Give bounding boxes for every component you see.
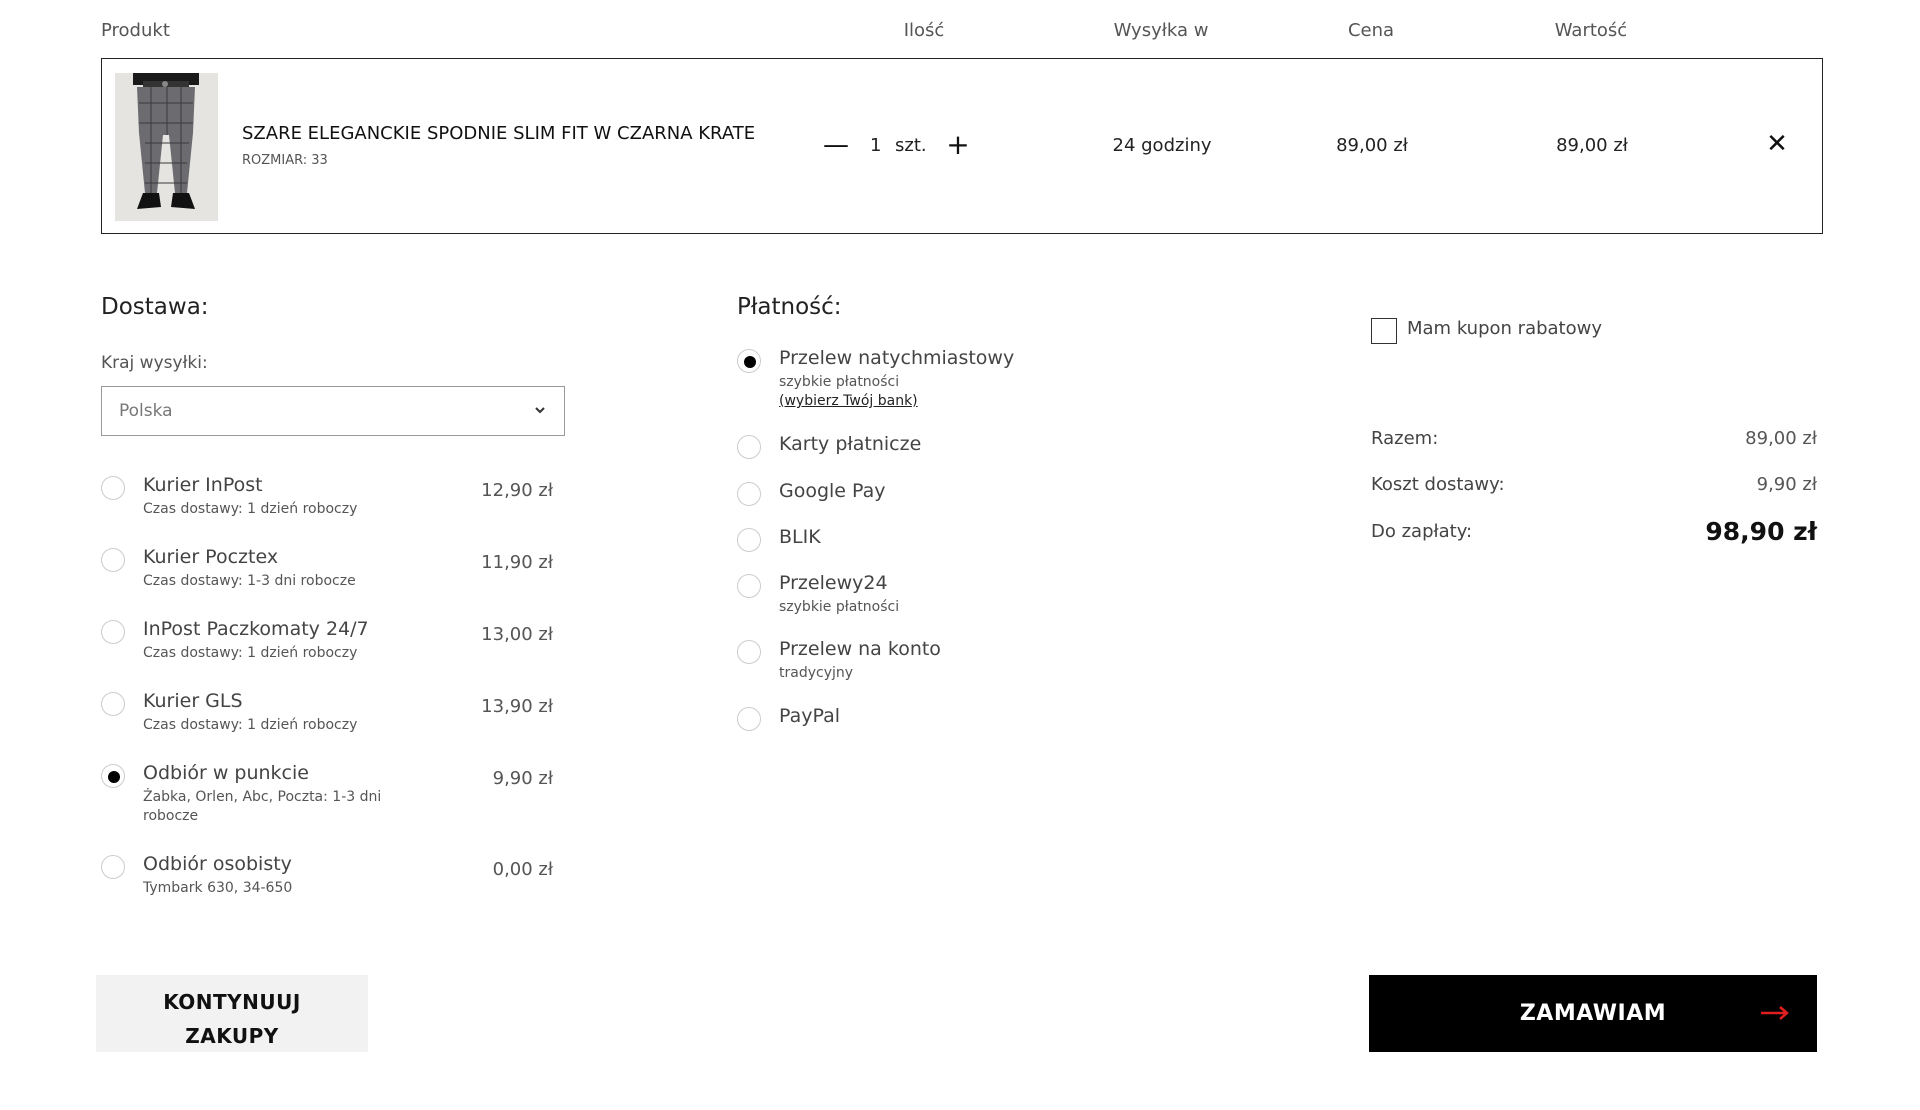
radio-button[interactable] (101, 692, 125, 716)
continue-shopping-button[interactable]: KONTYNUUJ ZAKUPY (96, 975, 368, 1052)
delivery-option-price: 13,90 zł (481, 696, 553, 717)
payment-option-sub: tradycyjny (779, 665, 854, 681)
continue-label-line2: ZAKUPY (185, 1024, 279, 1048)
choose-bank-link[interactable]: (wybierz Twój bank) (779, 393, 918, 409)
payment-option-name: Przelew natychmiastowy (779, 347, 1015, 369)
delivery-option-time: Tymbark 630, 34-650 (143, 880, 293, 896)
payment-option-google-pay[interactable]: Google Pay (737, 480, 1157, 510)
radio-button[interactable] (737, 707, 761, 731)
country-select[interactable]: Polska (101, 386, 565, 436)
radio-button[interactable] (101, 855, 125, 879)
delivery-option-name: Kurier InPost (143, 474, 263, 496)
header-product: Produkt (101, 20, 170, 41)
total-value: 98,90 zł (1705, 517, 1817, 546)
cart-item-row: SZARE ELEGANCKIE SPODNIE SLIM FIT W CZAR… (101, 58, 1823, 234)
delivery-option-name: Kurier GLS (143, 690, 243, 712)
summary-subtotal: Razem: 89,00 zł (1371, 428, 1817, 449)
payment-option-name: BLIK (779, 526, 821, 548)
quantity-increase-button[interactable]: + (944, 131, 972, 159)
payment-option-karty-platnicze[interactable]: Karty płatnicze (737, 433, 1157, 463)
item-price: 89,00 zł (1336, 135, 1408, 156)
payment-title: Płatność: (737, 294, 842, 320)
delivery-title: Dostawa: (101, 294, 209, 320)
delivery-option-name: InPost Paczkomaty 24/7 (143, 618, 369, 640)
total-label: Do zapłaty: (1371, 521, 1473, 542)
continue-label-line1: KONTYNUUJ (163, 990, 301, 1014)
delivery-option-odbior-osobisty[interactable]: Odbiór osobisty Tymbark 630, 34-650 0,00… (101, 853, 553, 903)
header-price: Cena (1347, 20, 1395, 41)
shipping-time: 24 godziny (1112, 135, 1212, 156)
payment-option-name: Google Pay (779, 480, 886, 502)
payment-option-name: PayPal (779, 705, 841, 727)
payment-option-przelew-na-konto[interactable]: Przelew na konto tradycyjny (737, 638, 1157, 688)
delivery-option-odbior-w-punkcie[interactable]: Odbiór w punkcie Żabka, Orlen, Abc, Pocz… (101, 762, 553, 832)
place-order-label: ZAMAWIAM (1519, 1001, 1667, 1026)
shipping-cost-label: Koszt dostawy: (1371, 474, 1505, 495)
subtotal-value: 89,00 zł (1745, 428, 1817, 449)
payment-option-blik[interactable]: BLIK (737, 526, 1157, 556)
delivery-option-kurier-inpost[interactable]: Kurier InPost Czas dostawy: 1 dzień robo… (101, 474, 553, 524)
delivery-option-price: 11,90 zł (481, 552, 553, 573)
delivery-option-name: Kurier Pocztex (143, 546, 279, 568)
delivery-option-time: Czas dostawy: 1 dzień roboczy (143, 501, 358, 517)
radio-button[interactable] (101, 476, 125, 500)
radio-button[interactable] (737, 528, 761, 552)
radio-button[interactable] (737, 640, 761, 664)
country-label: Kraj wysyłki: (101, 353, 208, 373)
radio-button[interactable] (737, 435, 761, 459)
radio-button[interactable] (101, 764, 125, 788)
payment-option-name: Przelew na konto (779, 638, 941, 660)
delivery-option-price: 12,90 zł (481, 480, 553, 501)
product-name[interactable]: SZARE ELEGANCKIE SPODNIE SLIM FIT W CZAR… (242, 123, 755, 144)
delivery-option-time: Czas dostawy: 1-3 dni robocze (143, 573, 356, 589)
header-value: Wartość (1554, 20, 1628, 41)
radio-button[interactable] (737, 349, 761, 373)
delivery-option-name: Odbiór osobisty (143, 853, 292, 875)
delivery-option-time: Czas dostawy: 1 dzień roboczy (143, 645, 358, 661)
arrow-right-icon (1759, 1003, 1791, 1023)
radio-button[interactable] (737, 574, 761, 598)
shipping-cost-value: 9,90 zł (1756, 474, 1817, 495)
place-order-button[interactable]: ZAMAWIAM (1369, 975, 1817, 1052)
payment-option-paypal[interactable]: PayPal (737, 705, 1157, 735)
close-icon[interactable]: ✕ (1762, 129, 1792, 159)
header-shipping: Wysyłka w (1113, 20, 1209, 41)
delivery-option-price: 0,00 zł (492, 859, 553, 880)
delivery-option-kurier-pocztex[interactable]: Kurier Pocztex Czas dostawy: 1-3 dni rob… (101, 546, 553, 596)
quantity-unit: szt. (895, 135, 927, 156)
country-value: Polska (119, 401, 173, 421)
header-quantity: Ilość (903, 20, 945, 41)
product-size: ROZMIAR: 33 (242, 153, 328, 168)
quantity-decrease-button[interactable]: — (822, 131, 850, 159)
radio-button[interactable] (101, 548, 125, 572)
payment-option-sub: szybkie płatności (779, 374, 900, 390)
delivery-option-time: Czas dostawy: 1 dzień roboczy (143, 717, 358, 733)
item-value: 89,00 zł (1556, 135, 1628, 156)
delivery-option-time: Żabka, Orlen, Abc, Poczta: 1-3 dni roboc… (143, 789, 382, 824)
payment-option-name: Karty płatnicze (779, 433, 922, 455)
cart-header: Produkt Ilość Wysyłka w Cena Wartość (101, 20, 1823, 44)
radio-button[interactable] (101, 620, 125, 644)
delivery-option-price: 9,90 zł (492, 768, 553, 789)
chevron-down-icon (534, 387, 546, 455)
summary-shipping: Koszt dostawy: 9,90 zł (1371, 474, 1817, 495)
payment-option-przelewy24[interactable]: Przelewy24 szybkie płatności (737, 572, 1157, 622)
subtotal-label: Razem: (1371, 428, 1439, 449)
delivery-option-price: 13,00 zł (481, 624, 553, 645)
payment-option-przelew-natychmiastowy[interactable]: Przelew natychmiastowy szybkie płatności… (737, 347, 1157, 413)
coupon-checkbox[interactable] (1371, 318, 1397, 344)
product-thumbnail[interactable] (115, 73, 218, 221)
radio-button[interactable] (737, 482, 761, 506)
delivery-option-kurier-gls[interactable]: Kurier GLS Czas dostawy: 1 dzień roboczy… (101, 690, 553, 740)
payment-option-sub: szybkie płatności (779, 599, 900, 615)
summary-total: Do zapłaty: 98,90 zł (1371, 517, 1817, 546)
delivery-option-inpost-paczkomaty[interactable]: InPost Paczkomaty 24/7 Czas dostawy: 1 d… (101, 618, 553, 668)
delivery-option-name: Odbiór w punkcie (143, 762, 309, 784)
coupon-label[interactable]: Mam kupon rabatowy (1407, 318, 1602, 339)
quantity-value: 1 (870, 135, 882, 156)
payment-option-name: Przelewy24 (779, 572, 888, 594)
